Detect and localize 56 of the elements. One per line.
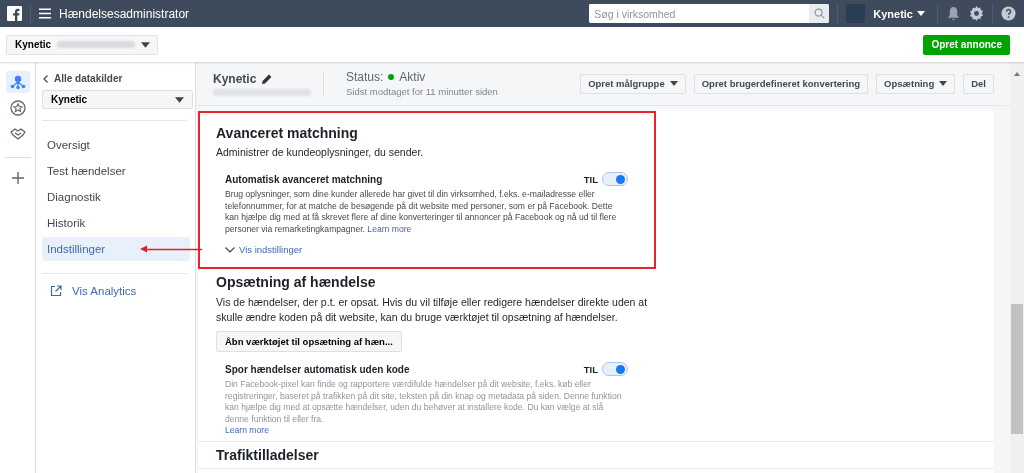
- toolbar-button[interactable]: Opret brugerdefineret konvertering: [693, 73, 869, 94]
- setting-title: Spor hændelser automatisk uden kode: [225, 363, 411, 375]
- caret-icon[interactable]: [669, 81, 678, 86]
- pixel-name: Kynetic: [213, 71, 257, 86]
- scrollbar[interactable]: [1010, 62, 1024, 473]
- setting-description: Brug oplysninger, som dine kunder allerede har givet til din virksomhed, f.eks. e-mailadresse eller telefonnummer, for at matche de besøgende på dit website med personer, som er på Facebook. Dette kan hjælpe dig med at få skrevet flere af dine konverteringer til annoncer på Facebook og nå ud til flere personer via remarketingkampagner. Learn more: [225, 189, 618, 235]
- toggle-switch[interactable]: [602, 362, 628, 376]
- show-settings-link[interactable]: Vis indstillinger: [225, 244, 628, 259]
- back-link[interactable]: Alle datakilder: [42, 73, 195, 84]
- bell-icon[interactable]: [946, 6, 961, 21]
- sidebar-item[interactable]: Test hændelser: [42, 159, 190, 183]
- open-tool-button[interactable]: Åbn værktøjet til opsætning af hæn...: [216, 331, 402, 352]
- toolbar-button[interactable]: Opret målgruppe: [580, 73, 686, 94]
- status-dot-icon: [388, 74, 395, 80]
- learn-more-link[interactable]: Learn more: [367, 223, 412, 234]
- pencil-icon[interactable]: [262, 73, 273, 84]
- data-source-dropdown[interactable]: Kynetic: [42, 90, 193, 109]
- section-title: Opsætning af hændelse: [216, 274, 377, 291]
- toggle-switch[interactable]: [602, 172, 628, 186]
- section-title: Trafiktilladelser: [216, 446, 320, 464]
- sidebar-item[interactable]: Diagnostik: [42, 185, 190, 209]
- sidebar-item[interactable]: Oversigt: [42, 133, 190, 157]
- analytics-link[interactable]: Vis Analytics: [42, 285, 195, 297]
- help-icon[interactable]: [1001, 6, 1016, 21]
- add-icon[interactable]: [11, 172, 24, 184]
- toolbar-button[interactable]: Opsætning: [876, 73, 956, 94]
- menu-icon[interactable]: [39, 8, 51, 19]
- account-dropdown[interactable]: Kynetic: [6, 34, 159, 55]
- sidebar-item[interactable]: Indstillinger: [42, 237, 190, 261]
- caret-icon[interactable]: [141, 41, 151, 48]
- setting-title: Automatisk avanceret matchning: [225, 173, 384, 185]
- settings-icon[interactable]: [969, 6, 984, 21]
- chevron-down-icon[interactable]: [225, 246, 235, 253]
- caret-icon[interactable]: [175, 96, 184, 103]
- status-label: Status:: [346, 70, 384, 84]
- last-received-text: Sidst modtaget for 11 minutter siden: [346, 86, 498, 97]
- section-description: Vis de hændelser, der p.t. er opsat. Hvis du vil tilføje eller redigere hændelser direkte uden at skulle ændre koden på dit website, kan du bruge værktøjet til opsætning af hændelser.: [216, 295, 649, 325]
- toggle-state-label: TIL: [583, 363, 598, 375]
- facebook-logo-icon[interactable]: [7, 6, 22, 21]
- external-link-icon[interactable]: [50, 285, 62, 297]
- search-icon[interactable]: [813, 8, 825, 19]
- chevron-left-icon[interactable]: [43, 74, 48, 83]
- section-title: Avanceret matchning: [216, 125, 359, 141]
- network-icon[interactable]: [5, 71, 30, 93]
- toolbar-button[interactable]: Del: [963, 73, 994, 94]
- section-description: Administrer de kundeoplysninger, du sender.: [216, 145, 425, 160]
- sidebar-item[interactable]: Historik: [42, 211, 190, 235]
- search-field[interactable]: Søg i virksomhed: [589, 4, 830, 23]
- caret-icon[interactable]: [939, 81, 948, 86]
- learn-more-link[interactable]: Learn more: [225, 425, 628, 437]
- account-menu[interactable]: Kynetic: [873, 7, 929, 20]
- toggle-state-label: TIL: [583, 173, 598, 185]
- app-title: Hændelsesadministrator: [59, 6, 190, 21]
- status-value: Aktiv: [399, 70, 426, 84]
- setting-description: Din Facebook-pixel kan finde og rapportere værdifulde hændelser på dit website, f.eks. køb eller registreringer, baseret på trafikken på dit site, teksten på din knap og metadata på siden. Denne funktion kan hjælpe dig med at opsætte hændelser, uden du behøver at installere kode. Du kan vælge at slå denne funktion til eller fra. Learn more: [225, 379, 628, 437]
- caret-icon[interactable]: [917, 11, 925, 16]
